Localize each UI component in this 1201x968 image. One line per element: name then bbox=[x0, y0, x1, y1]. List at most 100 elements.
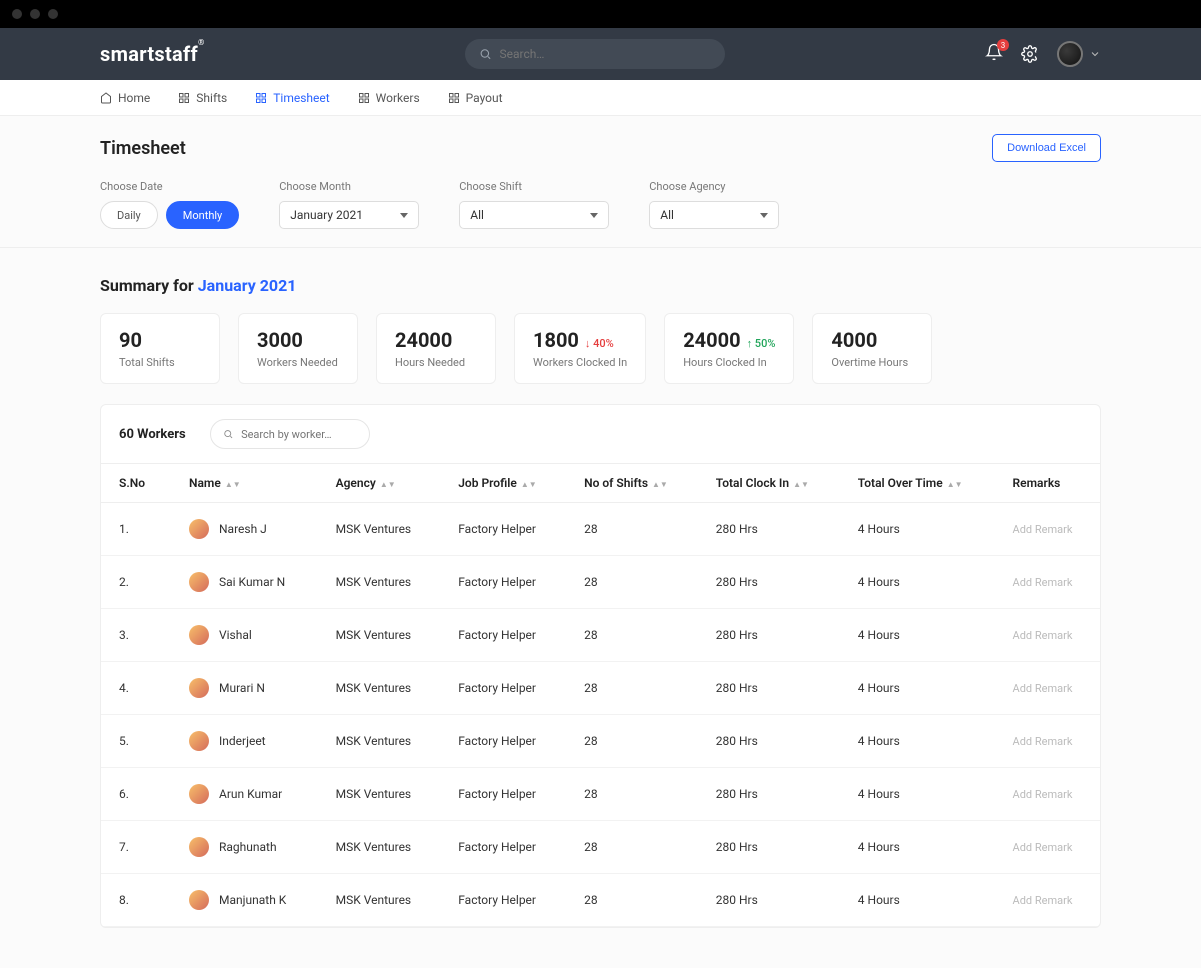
col-remarks: Remarks bbox=[995, 464, 1100, 503]
cell-sno: 3. bbox=[101, 609, 171, 662]
add-remark-link[interactable]: Add Remark bbox=[1013, 735, 1073, 748]
summary-card: 24000↑ 50% Hours Clocked In bbox=[664, 313, 794, 384]
summary-card: 3000 Workers Needed bbox=[238, 313, 358, 384]
col-job[interactable]: Job Profile▲▼ bbox=[440, 464, 566, 503]
grid-icon bbox=[178, 92, 190, 104]
row-avatar bbox=[189, 572, 209, 592]
choose-month-value: January 2021 bbox=[290, 208, 363, 222]
nav-timesheet[interactable]: Timesheet bbox=[255, 91, 329, 105]
card-label: Total Shifts bbox=[119, 356, 201, 369]
table-row[interactable]: 3. Vishal MSK Ventures Factory Helper 28… bbox=[101, 609, 1100, 662]
summary-title-prefix: Summary for bbox=[100, 276, 198, 295]
sort-icon: ▲▼ bbox=[947, 482, 963, 487]
search-icon bbox=[479, 47, 492, 61]
timesheet-icon bbox=[255, 92, 267, 104]
cell-shifts: 28 bbox=[566, 662, 698, 715]
toggle-daily[interactable]: Daily bbox=[100, 201, 158, 229]
col-agency[interactable]: Agency▲▼ bbox=[318, 464, 441, 503]
traffic-light-close[interactable] bbox=[12, 9, 22, 19]
notifications-button[interactable]: 3 bbox=[985, 43, 1003, 65]
card-label: Hours Clocked In bbox=[683, 356, 775, 369]
cell-agency: MSK Ventures bbox=[318, 768, 441, 821]
cell-shifts: 28 bbox=[566, 715, 698, 768]
download-excel-button[interactable]: Download Excel bbox=[992, 134, 1101, 162]
add-remark-link[interactable]: Add Remark bbox=[1013, 629, 1073, 642]
cell-clockin: 280 Hrs bbox=[698, 874, 840, 927]
sort-icon: ▲▼ bbox=[380, 482, 396, 487]
add-remark-link[interactable]: Add Remark bbox=[1013, 788, 1073, 801]
summary-cards: 90 Total Shifts 3000 Workers Needed 2400… bbox=[100, 313, 1101, 384]
add-remark-link[interactable]: Add Remark bbox=[1013, 682, 1073, 695]
cell-name: Naresh J bbox=[171, 503, 318, 556]
cell-clockin: 280 Hrs bbox=[698, 662, 840, 715]
table-row[interactable]: 7. Raghunath MSK Ventures Factory Helper… bbox=[101, 821, 1100, 874]
choose-agency-dropdown[interactable]: All bbox=[649, 201, 779, 229]
add-remark-link[interactable]: Add Remark bbox=[1013, 523, 1073, 536]
table-row[interactable]: 8. Manjunath K MSK Ventures Factory Help… bbox=[101, 874, 1100, 927]
chevron-down-icon bbox=[1089, 48, 1101, 60]
col-name[interactable]: Name▲▼ bbox=[171, 464, 318, 503]
table-row[interactable]: 2. Sai Kumar N MSK Ventures Factory Help… bbox=[101, 556, 1100, 609]
traffic-light-max[interactable] bbox=[48, 9, 58, 19]
page-header: Timesheet Download Excel Choose Date Dai… bbox=[0, 116, 1201, 248]
summary-card: 90 Total Shifts bbox=[100, 313, 220, 384]
table-row[interactable]: 5. Inderjeet MSK Ventures Factory Helper… bbox=[101, 715, 1100, 768]
row-avatar bbox=[189, 890, 209, 910]
table-row[interactable]: 6. Arun Kumar MSK Ventures Factory Helpe… bbox=[101, 768, 1100, 821]
cell-sno: 2. bbox=[101, 556, 171, 609]
nav-workers[interactable]: Workers bbox=[358, 91, 420, 105]
caret-down-icon bbox=[590, 213, 598, 218]
table-row[interactable]: 1. Naresh J MSK Ventures Factory Helper … bbox=[101, 503, 1100, 556]
add-remark-link[interactable]: Add Remark bbox=[1013, 841, 1073, 854]
nav-home-label: Home bbox=[118, 91, 150, 105]
workers-icon bbox=[358, 92, 370, 104]
card-value: 24000↑ 50% bbox=[683, 328, 775, 352]
nav-home[interactable]: Home bbox=[100, 91, 150, 105]
add-remark-link[interactable]: Add Remark bbox=[1013, 894, 1073, 907]
col-overtime[interactable]: Total Over Time▲▼ bbox=[840, 464, 995, 503]
pct-change: ↑ 50% bbox=[747, 337, 776, 350]
choose-agency-value: All bbox=[660, 208, 674, 222]
notification-badge: 3 bbox=[997, 39, 1009, 51]
col-sno[interactable]: S.No bbox=[101, 464, 171, 503]
filter-choose-date: Choose Date Daily Monthly bbox=[100, 180, 239, 229]
traffic-light-min[interactable] bbox=[30, 9, 40, 19]
cell-name: Inderjeet bbox=[171, 715, 318, 768]
row-avatar bbox=[189, 784, 209, 804]
card-label: Workers Needed bbox=[257, 356, 339, 369]
toggle-monthly[interactable]: Monthly bbox=[166, 201, 240, 229]
topbar: smartstaff® 3 bbox=[0, 28, 1201, 80]
summary-card: 4000 Overtime Hours bbox=[812, 313, 932, 384]
table-row[interactable]: 4. Murari N MSK Ventures Factory Helper … bbox=[101, 662, 1100, 715]
logo: smartstaff® bbox=[100, 42, 205, 66]
window-chrome bbox=[0, 0, 1201, 28]
col-shifts[interactable]: No of Shifts▲▼ bbox=[566, 464, 698, 503]
cell-shifts: 28 bbox=[566, 874, 698, 927]
cell-overtime: 4 Hours bbox=[840, 609, 995, 662]
settings-icon[interactable] bbox=[1021, 45, 1039, 63]
row-avatar bbox=[189, 837, 209, 857]
choose-month-dropdown[interactable]: January 2021 bbox=[279, 201, 419, 229]
logo-text: smartstaff bbox=[100, 42, 198, 66]
nav-shifts[interactable]: Shifts bbox=[178, 91, 227, 105]
user-menu[interactable] bbox=[1057, 41, 1101, 67]
worker-search[interactable] bbox=[210, 419, 370, 449]
add-remark-link[interactable]: Add Remark bbox=[1013, 576, 1073, 589]
worker-search-input[interactable] bbox=[241, 428, 357, 441]
row-avatar bbox=[189, 731, 209, 751]
cell-shifts: 28 bbox=[566, 768, 698, 821]
choose-date-label: Choose Date bbox=[100, 180, 239, 193]
nav-payout[interactable]: Payout bbox=[448, 91, 503, 105]
cell-overtime: 4 Hours bbox=[840, 556, 995, 609]
worker-name: Manjunath K bbox=[219, 893, 286, 907]
filter-choose-month: Choose Month January 2021 bbox=[279, 180, 419, 229]
col-clockin[interactable]: Total Clock In▲▼ bbox=[698, 464, 840, 503]
global-search-input[interactable] bbox=[500, 47, 711, 61]
cell-job: Factory Helper bbox=[440, 715, 566, 768]
choose-shift-dropdown[interactable]: All bbox=[459, 201, 609, 229]
cell-sno: 7. bbox=[101, 821, 171, 874]
global-search[interactable] bbox=[465, 39, 725, 69]
cell-shifts: 28 bbox=[566, 609, 698, 662]
row-avatar bbox=[189, 519, 209, 539]
cell-name: Raghunath bbox=[171, 821, 318, 874]
